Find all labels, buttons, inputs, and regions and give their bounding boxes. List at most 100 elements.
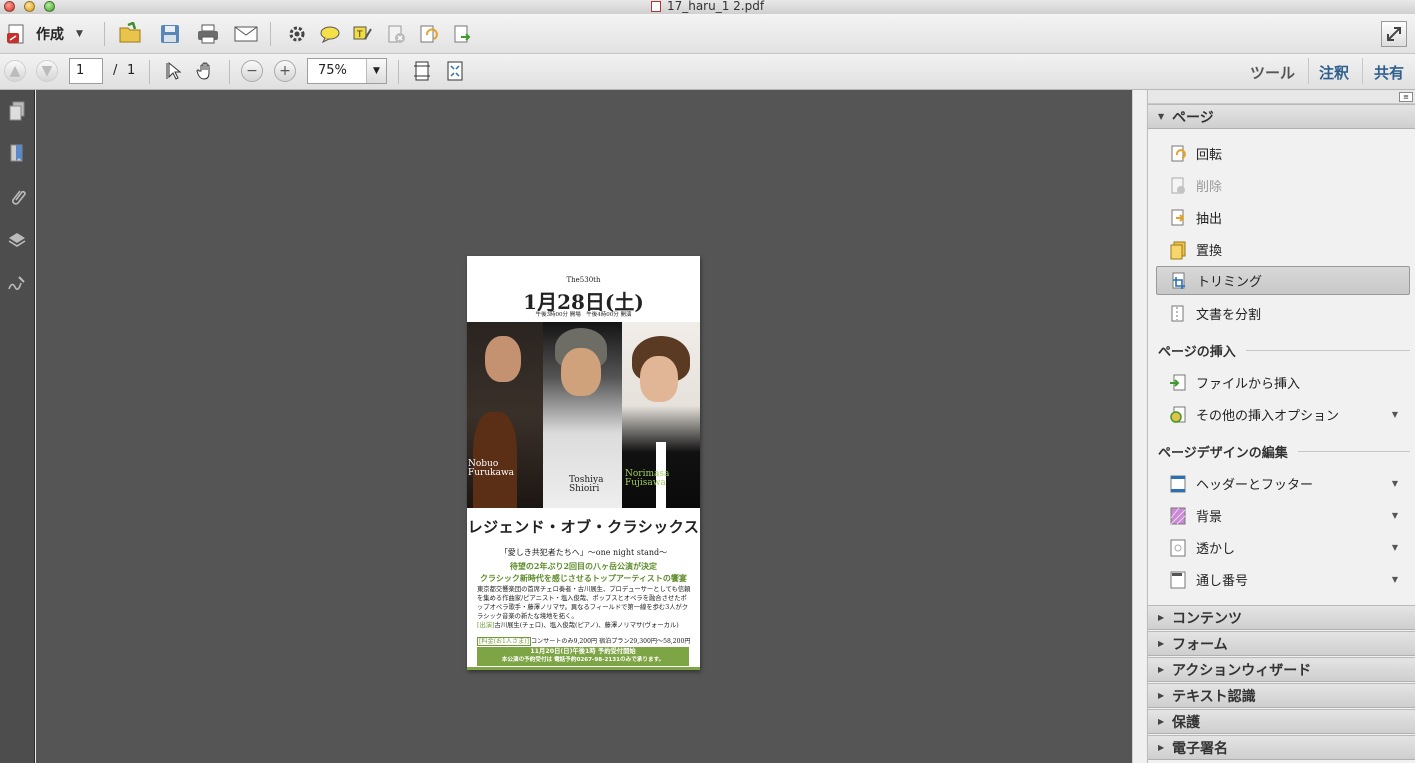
window-title-group: 17_haru_1 2.pdf <box>650 0 764 13</box>
header-footer-item[interactable]: ヘッダーとフッター ▼ <box>1156 469 1410 498</box>
vertical-scrollbar[interactable] <box>1132 90 1146 763</box>
bates-number-icon <box>1168 570 1188 590</box>
zoom-out-button[interactable]: − <box>241 60 263 82</box>
background-item[interactable]: 背景 ▼ <box>1156 501 1410 530</box>
open-button[interactable] <box>117 20 145 48</box>
section-signatures-label: 電子署名 <box>1172 740 1228 757</box>
hand-icon <box>196 62 210 80</box>
select-tool-button[interactable] <box>160 57 188 85</box>
zoom-select[interactable]: 75% ▼ <box>307 58 387 84</box>
section-content-label: コンテンツ <box>1172 610 1242 627</box>
print-button[interactable] <box>194 20 222 48</box>
split-icon <box>1168 304 1188 324</box>
panel-options-icon[interactable]: ≡ <box>1399 92 1413 102</box>
delete-pages-icon <box>388 25 405 43</box>
pdf-file-icon <box>650 1 661 12</box>
layers-button[interactable] <box>4 227 30 253</box>
page-separator: / <box>113 63 118 78</box>
fit-width-icon <box>447 61 463 81</box>
tools-pane-link[interactable]: ツール <box>1250 62 1295 83</box>
signatures-button[interactable] <box>4 270 30 296</box>
reservation-band: 11月20日(日)午後1時 予約受付開始 本公演の予約受付は 電話予約0267-… <box>477 647 689 666</box>
document-viewer[interactable]: The530th 1月28日(土) 午後3時00分 開場 午後4時00分 開演 … <box>36 90 1132 763</box>
page-number-input[interactable]: 1 <box>69 58 103 84</box>
signature-icon <box>8 276 25 291</box>
triangle-right-icon: ▶ <box>1158 613 1165 622</box>
bookmarks-button[interactable] <box>4 141 30 167</box>
zoom-in-button[interactable]: + <box>274 60 296 82</box>
delete-pages-item[interactable]: 削除 <box>1156 171 1410 200</box>
highlight-button[interactable]: T <box>348 20 376 48</box>
reservation-line-2: 本公演の予約受付は 電話予約0267-98-2131のみで承ります。 <box>501 657 665 663</box>
section-pages-label: ページ <box>1172 109 1214 126</box>
page-thumbnails-icon <box>9 101 25 121</box>
section-protection[interactable]: ▶ 保護 <box>1148 709 1415 734</box>
description-text: 東京都交響楽団の首席チェロ奏者・古川展生、プロデューサーとしても信頼を集める作曲… <box>477 586 691 621</box>
comment-icon <box>320 26 340 44</box>
export-button[interactable] <box>448 20 476 48</box>
minimize-window-button[interactable] <box>24 1 35 12</box>
event-description: 東京都交響楽団の首席チェロ奏者・古川展生、プロデューサーとしても信頼を集める作曲… <box>477 585 691 630</box>
group-rule <box>1245 350 1410 351</box>
insert-from-file-label: ファイルから挿入 <box>1196 377 1301 392</box>
price-line: [料金(お1人さま)] コンサートのみ9,200円 宿泊プラン29,300円〜58… <box>477 636 691 646</box>
navigation-pane <box>0 90 35 763</box>
triangle-down-icon: ▼ <box>1158 112 1165 121</box>
save-button[interactable] <box>156 20 184 48</box>
triangle-right-icon: ▶ <box>1158 717 1165 726</box>
page-thumbnails-button[interactable] <box>4 98 30 124</box>
toolbar-divider <box>270 22 271 46</box>
save-icon <box>161 25 179 43</box>
crop-pages-item[interactable]: トリミング <box>1156 266 1410 295</box>
zoom-window-button[interactable] <box>44 1 55 12</box>
section-pages[interactable]: ▼ ページ <box>1148 104 1415 129</box>
comment-pane-link[interactable]: 注釈 <box>1319 62 1349 83</box>
bates-numbering-item[interactable]: 通し番号 ▼ <box>1156 565 1410 594</box>
event-title: レジェンド・オブ・クラシックス <box>467 518 700 536</box>
share-pane-link[interactable]: 共有 <box>1374 62 1404 83</box>
performer-photo-3: Norimasa Fujisawa <box>622 322 700 508</box>
create-button[interactable]: 作成 ▼ <box>4 20 83 48</box>
replace-pages-label: 置換 <box>1196 244 1223 259</box>
email-button[interactable] <box>232 20 260 48</box>
highlight-line-1: 待望の2年ぶり2回目の八ヶ岳公演が決定 <box>509 561 658 571</box>
section-action-wizard[interactable]: ▶ アクションウィザード <box>1148 657 1415 682</box>
section-protection-label: 保護 <box>1172 714 1200 731</box>
fit-page-icon <box>414 61 430 81</box>
more-insert-options-item[interactable]: その他の挿入オプション ▼ <box>1156 400 1410 429</box>
toolbar-divider <box>104 22 105 46</box>
plus-icon: + <box>279 63 291 79</box>
settings-button[interactable] <box>283 20 311 48</box>
header-footer-icon <box>1168 474 1188 494</box>
split-document-item[interactable]: 文書を分割 <box>1156 299 1410 328</box>
toolbar-divider <box>149 60 150 84</box>
rotate-pages-button[interactable] <box>414 20 442 48</box>
watermark-item[interactable]: 透かし ▼ <box>1156 533 1410 562</box>
close-window-button[interactable] <box>4 1 15 12</box>
section-signatures[interactable]: ▶ 電子署名 <box>1148 735 1415 760</box>
replace-pages-item[interactable]: 置換 <box>1156 235 1410 264</box>
section-forms[interactable]: ▶ フォーム <box>1148 631 1415 656</box>
page-total: 1 <box>127 63 136 78</box>
hand-tool-button[interactable] <box>192 57 220 85</box>
chevron-down-icon[interactable]: ▼ <box>366 59 386 83</box>
caption-1: Nobuo Furukawa <box>468 459 515 478</box>
fullscreen-button[interactable] <box>1381 21 1407 47</box>
comment-button[interactable] <box>316 20 344 48</box>
triangle-right-icon: ▶ <box>1158 665 1165 674</box>
face-shape <box>561 348 601 396</box>
next-page-button[interactable]: ▼ <box>36 60 58 82</box>
insert-from-file-item[interactable]: ファイルから挿入 <box>1156 368 1410 397</box>
section-text-recognition[interactable]: ▶ テキスト認識 <box>1148 683 1415 708</box>
section-content[interactable]: ▶ コンテンツ <box>1148 605 1415 630</box>
rotate-pages-item[interactable]: 回転 <box>1156 139 1410 168</box>
previous-page-button[interactable]: ▲ <box>4 60 26 82</box>
extract-pages-item[interactable]: 抽出 <box>1156 203 1410 232</box>
replace-icon <box>1168 240 1188 260</box>
delete-pages-button[interactable] <box>382 20 410 48</box>
attachments-button[interactable] <box>4 184 30 210</box>
event-time: 午後3時00分 開場 午後4時00分 開演 <box>535 312 632 318</box>
performer-photo-2: Toshiya Shioiri <box>543 322 622 508</box>
fit-width-button[interactable] <box>441 57 469 85</box>
fit-page-button[interactable] <box>408 57 436 85</box>
